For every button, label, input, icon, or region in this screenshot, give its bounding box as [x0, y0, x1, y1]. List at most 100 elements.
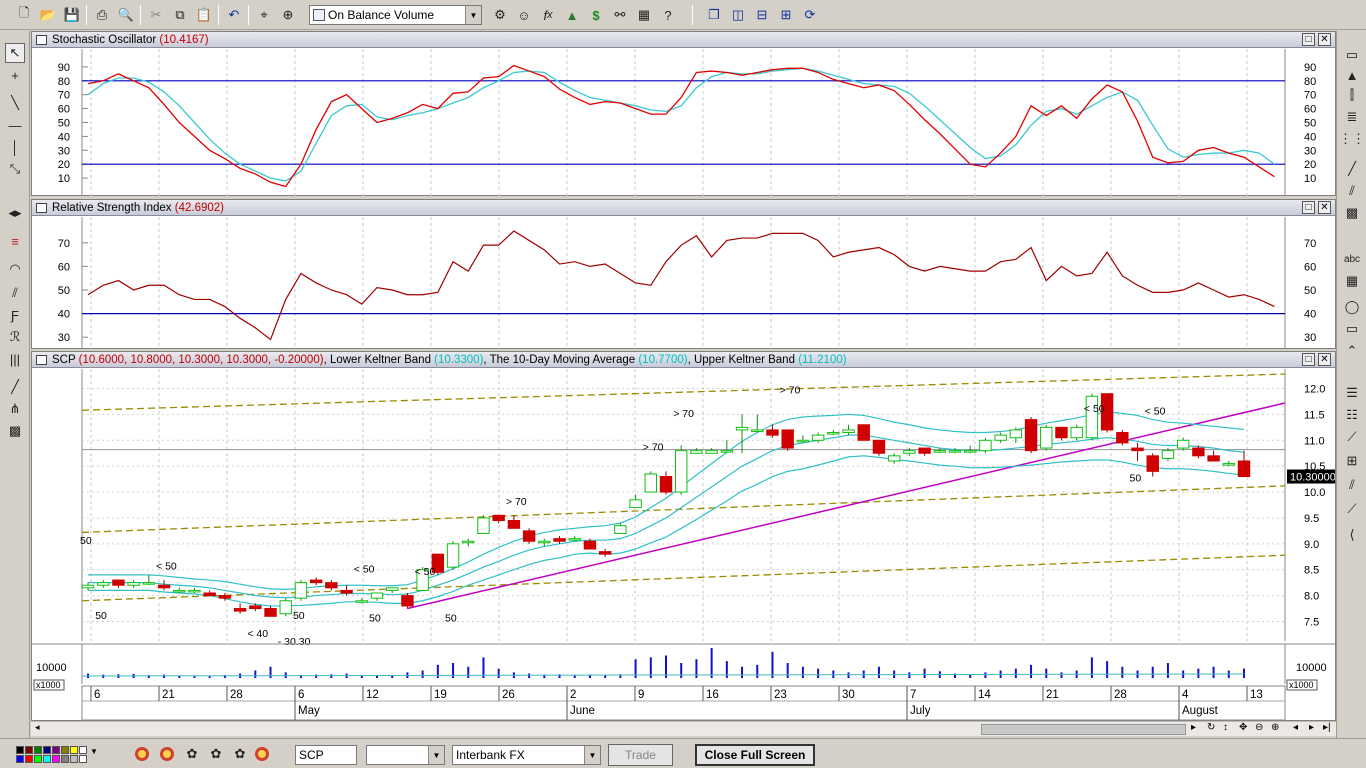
expert-icon[interactable]: ☺ — [514, 5, 534, 25]
chrome-icon[interactable] — [160, 747, 174, 761]
cycle-lines-icon[interactable]: ||| — [5, 349, 25, 369]
parallel-lines-icon[interactable]: ⫽ — [1342, 475, 1362, 495]
x-tick-label: 12 — [366, 689, 379, 701]
indicator-builder-icon[interactable]: ⚙ — [490, 5, 510, 25]
tile-vertical-icon[interactable]: ◫ — [728, 5, 748, 25]
scroll-left-icon[interactable]: ◂ — [35, 722, 40, 733]
fibonacci-retracement-icon[interactable]: Ƒ — [5, 305, 25, 325]
format-icon[interactable]: ▦ — [634, 5, 654, 25]
fan-lines-icon[interactable]: ⫽ — [5, 283, 25, 303]
bug-icon[interactable]: ✿ — [182, 744, 202, 764]
scrollbar-thumb[interactable] — [981, 724, 1186, 735]
page-end-icon[interactable]: ▸| — [1323, 722, 1331, 733]
pane-menu-icon[interactable] — [36, 355, 47, 365]
resize-vertical-icon[interactable]: ↕ — [1223, 722, 1228, 733]
ellipse-icon[interactable]: ◯ — [1342, 297, 1362, 317]
tile-horizontal-icon[interactable]: ⊟ — [752, 5, 772, 25]
curve-icon[interactable]: ⟨ — [1342, 525, 1362, 545]
crosshair-tool-icon[interactable]: + — [5, 65, 25, 85]
rectangle-icon[interactable]: ▭ — [1342, 319, 1362, 339]
maximize-icon[interactable]: □ — [1302, 33, 1315, 46]
list2-icon[interactable]: ☷ — [1342, 405, 1362, 425]
symbol-field[interactable]: SCP — [295, 745, 357, 765]
copy-icon[interactable]: ⧉ — [170, 5, 190, 25]
close-icon[interactable]: ✕ — [1318, 33, 1331, 46]
y-tick-label-right: 30 — [1304, 332, 1316, 344]
andrews-pitchfork-icon[interactable]: ⋔ — [5, 399, 25, 419]
crosshair-icon[interactable]: ⌖ — [254, 5, 274, 25]
close-icon[interactable]: ✕ — [1318, 353, 1331, 366]
text-abc-icon[interactable]: abc — [1342, 249, 1362, 269]
bug-icon[interactable]: ✿ — [230, 744, 250, 764]
triangle-icon[interactable]: ▲ — [562, 5, 582, 25]
gann-grid-icon[interactable]: ▩ — [5, 421, 25, 441]
cycle-line-icon[interactable]: ⤡ — [5, 159, 25, 179]
horizontal-line-icon[interactable]: — — [5, 115, 25, 135]
datafeed-select[interactable]: Interbank FX ▼ — [452, 745, 601, 765]
regression-channel-icon[interactable]: ℛ — [5, 327, 25, 347]
pointer-icon[interactable]: ↖ — [5, 43, 25, 63]
close-full-screen-button[interactable]: Close Full Screen — [695, 744, 815, 766]
gann-box-icon[interactable]: ▩ — [1342, 203, 1362, 223]
ellipse-tool-icon[interactable]: ≣ — [1342, 107, 1362, 127]
zoom-in-icon[interactable]: ⊕ — [1271, 722, 1279, 733]
maximize-icon[interactable]: □ — [1302, 353, 1315, 366]
print-icon[interactable]: ⎙ — [92, 5, 112, 25]
pane-menu-icon[interactable] — [36, 203, 47, 213]
regression-icon[interactable]: ⟋ — [1342, 427, 1362, 447]
speed-resistance-icon[interactable]: ⋮⋮ — [1339, 129, 1365, 149]
cut-icon[interactable]: ✂ — [146, 5, 166, 25]
zoom-out-icon[interactable]: ⊖ — [1255, 722, 1263, 733]
periodicity-select[interactable]: ▼ — [366, 745, 445, 765]
new-icon[interactable]: 🗋 — [14, 5, 34, 25]
chrome-icon[interactable] — [135, 747, 149, 761]
x-tick-label: 2 — [570, 689, 576, 701]
move-icon[interactable]: ✥ — [1239, 722, 1247, 733]
text-tool-icon[interactable]: ▭ — [1342, 45, 1362, 65]
close-icon[interactable]: ✕ — [1318, 201, 1331, 214]
paste-icon[interactable]: 📋 — [194, 5, 214, 25]
grid-icon[interactable]: ⊞ — [776, 5, 796, 25]
chevron-down-icon[interactable]: ▼ — [428, 746, 444, 764]
gann-fan-icon[interactable]: ╱ — [1342, 159, 1362, 179]
trendline-icon[interactable]: ╲ — [5, 93, 25, 113]
chevron-down-icon[interactable]: ▼ — [465, 6, 481, 24]
palette-dropdown-icon[interactable]: ▼ — [90, 747, 98, 756]
fibonacci-arcs-icon[interactable]: ◠ — [5, 259, 25, 279]
list-icon[interactable]: ☰ — [1342, 383, 1362, 403]
maximize-icon[interactable]: □ — [1302, 201, 1315, 214]
zoom-icon[interactable]: ⊕ — [278, 5, 298, 25]
scroll-arrows-icon[interactable]: ◂▸ — [5, 203, 25, 223]
arrow-up-icon[interactable]: ▲ — [1342, 65, 1362, 85]
bug-icon[interactable]: ✿ — [206, 744, 226, 764]
table-icon[interactable]: ▦ — [1342, 271, 1362, 291]
save-icon[interactable]: 💾 — [62, 5, 82, 25]
trade-button[interactable]: Trade — [608, 744, 673, 766]
page-left-icon[interactable]: ◂ — [1293, 722, 1298, 733]
open-icon[interactable]: 📂 — [38, 5, 58, 25]
refresh-icon[interactable]: ⟳ — [800, 5, 820, 25]
raff-channel-icon[interactable]: ⫿ — [1342, 85, 1362, 105]
chevron-down-icon[interactable]: ▼ — [584, 746, 600, 764]
color-palette[interactable] — [16, 746, 100, 764]
pane-menu-icon[interactable] — [36, 35, 47, 45]
speed-lines-icon[interactable]: ≡ — [5, 231, 25, 251]
up-arrow-icon[interactable]: ⌃ — [1342, 341, 1362, 361]
binoculars-icon[interactable]: ⚯ — [610, 5, 630, 25]
page-right-icon[interactable]: ▸ — [1309, 722, 1314, 733]
line-tool-icon[interactable]: ╱ — [5, 377, 25, 397]
undo-icon[interactable]: ↶ — [224, 5, 244, 25]
help-icon[interactable]: ? — [658, 5, 678, 25]
scroll-right-icon[interactable]: ▸ — [1191, 722, 1196, 733]
print-preview-icon[interactable]: 🔍 — [116, 5, 136, 25]
tone-icon[interactable]: ⊞ — [1342, 451, 1362, 471]
chrome-icon[interactable] — [255, 747, 269, 761]
refresh-small-icon[interactable]: ↻ — [1207, 722, 1215, 733]
cascade-icon[interactable]: ❐ — [704, 5, 724, 25]
fibonacci-fan-icon[interactable]: ⫽ — [1342, 181, 1362, 201]
indicator-select[interactable]: On Balance Volume ▼ — [309, 5, 482, 25]
fan-icon[interactable]: ⟋ — [1342, 499, 1362, 519]
vertical-line-icon[interactable]: │ — [5, 137, 25, 157]
function-icon[interactable]: fx — [538, 5, 558, 25]
dollar-icon[interactable]: $ — [586, 5, 606, 25]
